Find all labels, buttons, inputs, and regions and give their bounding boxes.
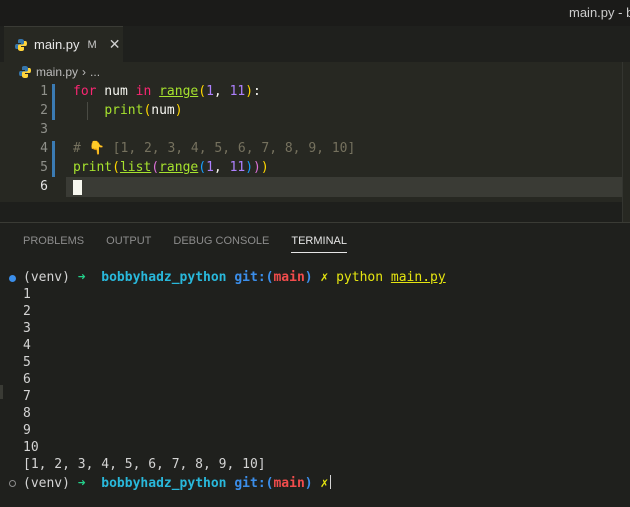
prompt-dirty: ✗ (320, 476, 329, 491)
tab-problems[interactable]: PROBLEMS (23, 235, 84, 253)
title-bar: main.py - b (0, 0, 630, 26)
panel-tabs: PROBLEMS OUTPUT DEBUG CONSOLE TERMINAL (23, 235, 347, 253)
line-number: 1 (40, 84, 48, 99)
output-line: 6 (23, 372, 31, 387)
editor-tab-strip: main.py M ✕ (0, 26, 630, 63)
output-line: 8 (23, 406, 31, 421)
code-line-1: for num in range(1, 11): (73, 84, 261, 99)
line-number: 5 (40, 160, 48, 175)
python-icon (15, 38, 27, 51)
output-line: 9 (23, 423, 31, 438)
output-line: 10 (23, 440, 39, 455)
code-line-5: print(list(range(1, 11))) (73, 160, 269, 175)
prompt-git-label: git:( (234, 270, 274, 285)
code-line-2: print(num) (104, 103, 183, 118)
breadcrumb: main.py › ... (0, 62, 630, 82)
terminal-prompt-line: (venv) ➜ bobbyhadz_python git:(main) ✗ p… (23, 270, 446, 285)
prompt-env: (venv) (23, 270, 70, 285)
prompt-arrow: ➜ (77, 270, 86, 285)
git-change-marker[interactable] (52, 84, 55, 120)
output-line: 1 (23, 287, 31, 302)
command-success-icon[interactable] (9, 275, 16, 282)
current-line-highlight (66, 177, 630, 197)
terminal-cursor (330, 475, 332, 489)
code-editor[interactable]: 1 2 3 4 5 6 for num in range(1, 11): pri… (0, 82, 630, 202)
tab-debug-console[interactable]: DEBUG CONSOLE (173, 235, 269, 253)
tab-label: main.py (34, 37, 80, 52)
breadcrumb-file[interactable]: main.py (36, 65, 78, 79)
prompt-branch: main (273, 476, 305, 491)
modified-badge: M (87, 38, 97, 51)
terminal-prompt-line: (venv) ➜ bobbyhadz_python git:(main) ✗ (23, 475, 332, 491)
tab-terminal[interactable]: TERMINAL (291, 235, 347, 253)
tab-output[interactable]: OUTPUT (106, 235, 151, 253)
prompt-git-label: git:( (234, 476, 274, 491)
output-line: 4 (23, 338, 31, 353)
output-line: 3 (23, 321, 31, 336)
output-line: 7 (23, 389, 31, 404)
prompt-dir: bobbyhadz_python (101, 270, 227, 285)
prompt-dir: bobbyhadz_python (101, 476, 227, 491)
prompt-arrow: ➜ (77, 476, 86, 491)
line-number: 4 (40, 141, 48, 156)
bottom-panel: PROBLEMS OUTPUT DEBUG CONSOLE TERMINAL (… (0, 222, 630, 507)
prompt-env: (venv) (23, 476, 70, 491)
command-name: python (336, 270, 384, 285)
command-pending-icon[interactable] (9, 480, 16, 487)
prompt-git-close: ) (304, 476, 313, 491)
window-title: main.py - b (569, 5, 630, 20)
close-icon[interactable]: ✕ (109, 36, 121, 53)
line-number: 2 (40, 103, 48, 118)
python-icon (19, 66, 31, 78)
line-number-active: 6 (40, 179, 48, 194)
output-line: 5 (23, 355, 31, 370)
line-number: 3 (40, 122, 48, 137)
prompt-git-close: ) (304, 270, 313, 285)
breadcrumb-more[interactable]: ... (90, 65, 100, 79)
output-line: [1, 2, 3, 4, 5, 6, 7, 8, 9, 10] (23, 457, 266, 472)
prompt-branch: main (273, 270, 305, 285)
code-line-4-comment: # 👇 [1, 2, 3, 4, 5, 6, 7, 8, 9, 10] (73, 141, 356, 156)
text-cursor (73, 180, 82, 195)
editor-scrollbar[interactable] (622, 62, 630, 222)
terminal-marker (0, 385, 3, 399)
tab-main-py[interactable]: main.py M ✕ (4, 26, 123, 62)
git-change-marker[interactable] (52, 141, 55, 177)
chevron-right-icon: › (82, 65, 87, 79)
prompt-dirty: ✗ (320, 270, 329, 285)
output-line: 2 (23, 304, 31, 319)
command-arg[interactable]: main.py (391, 270, 446, 285)
